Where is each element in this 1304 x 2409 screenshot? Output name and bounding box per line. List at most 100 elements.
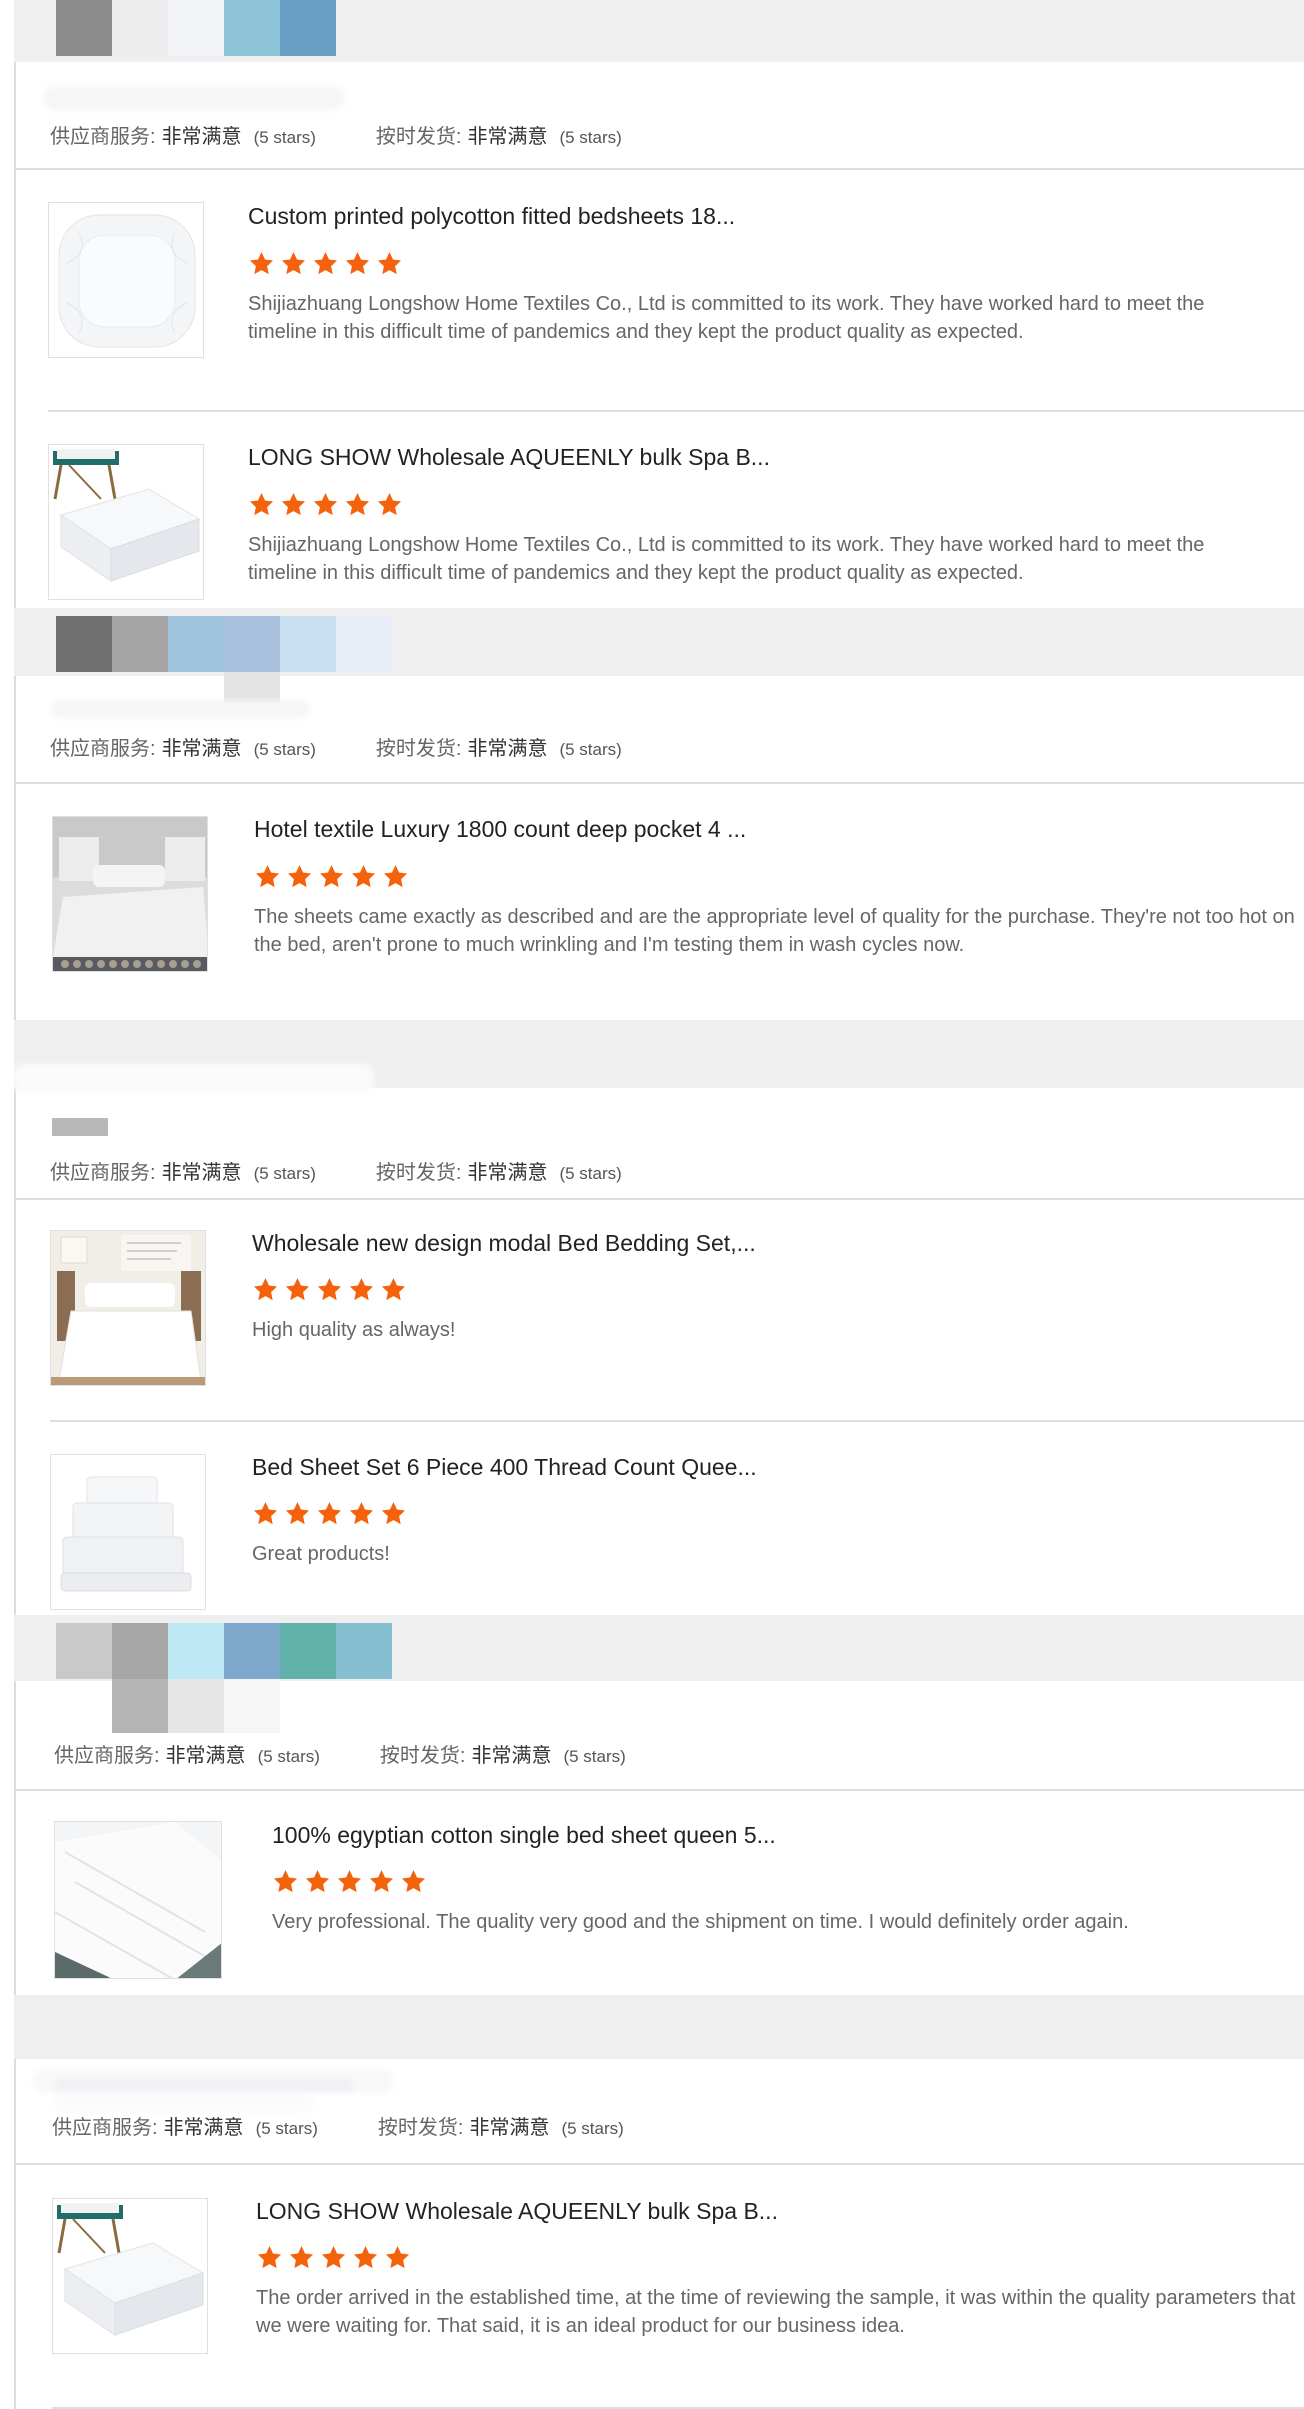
star-icon <box>345 493 370 516</box>
supplier-service-label: 供应商服务: <box>54 1745 160 1767</box>
on-time-delivery-stars: (5 stars) <box>561 2119 624 2138</box>
spa-sheets-image <box>53 2199 207 2353</box>
divider <box>14 782 1304 784</box>
review-comment: Shijiazhuang Longshow Home Textiles Co.,… <box>248 534 1205 584</box>
star-icon <box>351 865 376 888</box>
product-thumbnail[interactable] <box>54 1821 222 1979</box>
product-title[interactable]: Wholesale new design modal Bed Bedding S… <box>252 1230 756 1257</box>
product-thumbnail[interactable] <box>52 816 208 972</box>
review-comment: High quality as always! <box>252 1319 456 1341</box>
star-rating <box>248 491 403 518</box>
supplier-service-value: 非常满意 <box>163 2117 244 2139</box>
supplier-service-label: 供应商服务: <box>50 738 156 760</box>
review-block-3: 供应商服务: 非常满意 (5 stars) 按时发货: 非常满意 (5 star… <box>14 1020 1304 1615</box>
on-time-delivery-value: 非常满意 <box>471 1745 552 1767</box>
bedroom-image <box>51 1231 205 1385</box>
supplier-ratings: 供应商服务: 非常满意 (5 stars) 按时发货: 非常满意 (5 star… <box>50 732 682 761</box>
product-title[interactable]: LONG SHOW Wholesale AQUEENLY bulk Spa B.… <box>256 2198 778 2225</box>
divider <box>48 410 1304 412</box>
star-icon <box>317 1278 342 1301</box>
star-icon <box>401 1870 426 1893</box>
supplier-service-label: 供应商服务: <box>50 1162 156 1184</box>
supplier-service-label: 供应商服务: <box>50 126 156 148</box>
divider <box>14 168 1304 170</box>
product-thumbnail[interactable] <box>48 444 204 600</box>
product-title[interactable]: Hotel textile Luxury 1800 count deep poc… <box>254 816 746 843</box>
supplier-service-label: 供应商服务: <box>52 2117 158 2139</box>
star-icon <box>353 2246 378 2269</box>
on-time-delivery-value: 非常满意 <box>467 738 548 760</box>
product-title[interactable]: Custom printed polycotton fitted bedshee… <box>248 203 735 230</box>
star-rating <box>248 250 403 277</box>
on-time-delivery-stars: (5 stars) <box>559 128 622 147</box>
divider <box>14 1789 1304 1791</box>
supplier-service-stars: (5 stars) <box>253 740 316 759</box>
on-time-delivery-label: 按时发货: <box>375 126 462 148</box>
star-icon <box>317 1502 342 1525</box>
star-rating <box>256 2244 411 2271</box>
product-title[interactable]: Bed Sheet Set 6 Piece 400 Thread Count Q… <box>252 1454 757 1481</box>
star-rating <box>252 1500 407 1527</box>
white-cloth-image <box>55 1822 221 1978</box>
product-thumbnail[interactable] <box>48 202 204 358</box>
star-icon <box>281 252 306 275</box>
star-icon <box>321 2246 346 2269</box>
product-title[interactable]: 100% egyptian cotton single bed sheet qu… <box>272 1822 776 1849</box>
star-icon <box>313 252 338 275</box>
buyer-avatar-mosaic <box>56 0 336 56</box>
star-icon <box>289 2246 314 2269</box>
on-time-delivery-label: 按时发货: <box>375 1162 462 1184</box>
star-icon <box>349 1502 374 1525</box>
buyer-avatar-mosaic <box>56 616 392 672</box>
star-icon <box>319 865 344 888</box>
on-time-delivery-value: 非常满意 <box>467 126 548 148</box>
on-time-delivery-stars: (5 stars) <box>559 1164 622 1183</box>
star-icon <box>349 1278 374 1301</box>
folded-stack-image <box>51 1455 205 1609</box>
star-icon <box>377 252 402 275</box>
supplier-service-value: 非常满意 <box>161 126 242 148</box>
star-icon <box>255 865 280 888</box>
product-thumbnail[interactable] <box>50 1454 206 1610</box>
spa-sheets-image <box>49 445 203 599</box>
review-comment: Great products! <box>252 1543 390 1565</box>
star-icon <box>285 1502 310 1525</box>
left-border <box>14 0 16 608</box>
supplier-ratings: 供应商服务: 非常满意 (5 stars) 按时发货: 非常满意 (5 star… <box>54 1739 686 1768</box>
star-icon <box>381 1502 406 1525</box>
review-block-2: 供应商服务: 非常满意 (5 stars) 按时发货: 非常满意 (5 star… <box>14 608 1304 1020</box>
divider <box>50 1420 1304 1422</box>
product-thumbnail[interactable] <box>52 2198 208 2354</box>
star-icon <box>281 493 306 516</box>
divider <box>14 2163 1304 2165</box>
star-icon <box>385 2246 410 2269</box>
star-icon <box>253 1502 278 1525</box>
on-time-delivery-value: 非常满意 <box>467 1162 548 1184</box>
review-block-4: 供应商服务: 非常满意 (5 stars) 按时发货: 非常满意 (5 star… <box>14 1615 1304 1995</box>
hotel-bed-image <box>53 817 207 971</box>
star-icon <box>345 252 370 275</box>
product-title[interactable]: LONG SHOW Wholesale AQUEENLY bulk Spa B.… <box>248 444 770 471</box>
review-comment: Very professional. The quality very good… <box>272 1911 1129 1933</box>
star-icon <box>337 1870 362 1893</box>
fitted-sheet-image <box>49 203 203 357</box>
supplier-service-stars: (5 stars) <box>255 2119 318 2138</box>
on-time-delivery-stars: (5 stars) <box>563 1747 626 1766</box>
star-icon <box>381 1278 406 1301</box>
buyer-avatar-mosaic <box>56 1623 392 1679</box>
supplier-service-value: 非常满意 <box>161 738 242 760</box>
review-comment: Shijiazhuang Longshow Home Textiles Co.,… <box>248 293 1205 343</box>
on-time-delivery-label: 按时发货: <box>375 738 462 760</box>
star-icon <box>249 493 274 516</box>
star-icon <box>285 1278 310 1301</box>
star-icon <box>369 1870 394 1893</box>
star-icon <box>287 865 312 888</box>
supplier-service-stars: (5 stars) <box>253 1164 316 1183</box>
star-icon <box>273 1870 298 1893</box>
left-border <box>14 1020 16 1615</box>
star-rating <box>252 1276 407 1303</box>
review-comment: The sheets came exactly as described and… <box>254 906 1295 956</box>
supplier-service-value: 非常满意 <box>165 1745 246 1767</box>
product-thumbnail[interactable] <box>50 1230 206 1386</box>
divider <box>14 1198 1304 1200</box>
